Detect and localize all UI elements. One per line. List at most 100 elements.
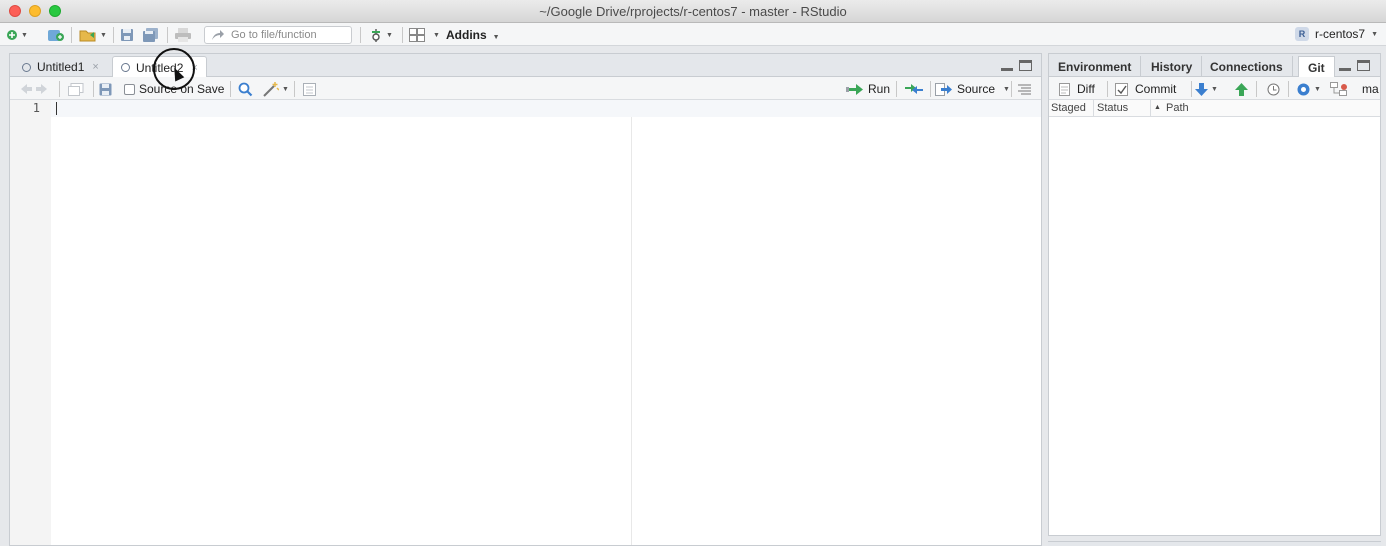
line-number-gutter: 1 <box>10 100 51 545</box>
rerun-button[interactable] <box>904 81 924 97</box>
tab-label: Environment <box>1058 59 1132 74</box>
maximize-pane-icon[interactable] <box>1019 60 1032 71</box>
checkbox-box[interactable] <box>124 83 135 95</box>
vcs-icon <box>372 28 380 42</box>
col-staged[interactable]: Staged <box>1051 102 1086 114</box>
minimize-pane-icon[interactable] <box>1001 60 1013 71</box>
sort-ascending-icon: ▲ <box>1154 104 1161 111</box>
commit-label: Commit <box>1135 82 1177 96</box>
back-arrow-icon <box>21 84 47 94</box>
diff-label: Diff <box>1077 82 1095 96</box>
tab-label: History <box>1151 59 1193 74</box>
commit-button[interactable]: Commit <box>1115 81 1176 97</box>
new-project-icon <box>48 30 64 41</box>
branch-icon <box>1330 82 1347 96</box>
goto-file-placeholder: Go to file/function <box>231 29 317 41</box>
popout-icon <box>68 82 84 96</box>
tab-label: Untitled1 <box>37 60 85 74</box>
branch-selector[interactable]: ma <box>1362 81 1379 97</box>
left-strip <box>0 46 9 546</box>
window-title: ~/Google Drive/rprojects/r-centos7 - mas… <box>539 4 847 19</box>
source-button[interactable]: Source ▼ <box>935 81 1010 97</box>
main-toolbar: ▼ ▼ Go to file/function ▼ ▼ Addins ▼ R r-… <box>0 23 1386 46</box>
diff-button[interactable]: Diff <box>1059 81 1095 97</box>
commit-icon <box>1115 82 1128 96</box>
print-button[interactable] <box>175 27 191 43</box>
close-tab-icon[interactable]: × <box>92 61 98 73</box>
tab-environment[interactable]: Environment <box>1049 56 1142 77</box>
open-folder-icon <box>79 30 96 42</box>
new-file-button[interactable]: ▼ <box>6 27 28 43</box>
tab-untitled1[interactable]: Untitled1 × <box>13 56 108 77</box>
push-button[interactable] <box>1235 81 1248 97</box>
goto-arrow-icon <box>212 30 224 40</box>
open-file-button[interactable]: ▼ <box>79 27 107 43</box>
pull-arrow-icon <box>1195 82 1208 96</box>
r-file-icon <box>22 62 31 72</box>
clock-icon <box>1267 83 1280 95</box>
tab-git[interactable]: Git <box>1298 56 1335 78</box>
tab-label: Connections <box>1210 59 1283 74</box>
window-title-bar: ~/Google Drive/rprojects/r-centos7 - mas… <box>0 0 1386 23</box>
minimize-pane-icon[interactable] <box>1339 60 1351 71</box>
grid-icon <box>409 28 425 42</box>
save-all-icon <box>143 28 158 42</box>
workspace-panes-button[interactable]: ▼ <box>409 27 440 43</box>
find-button[interactable] <box>238 81 253 97</box>
compile-report-button[interactable] <box>303 81 316 97</box>
source-pane: Untitled1 × Untitled2 × Source on Save ▼… <box>9 53 1042 546</box>
goto-file-input[interactable]: Go to file/function <box>204 26 352 44</box>
line-number: 1 <box>32 101 40 115</box>
addins-label: Addins <box>446 28 487 42</box>
new-file-icon <box>7 30 17 40</box>
push-arrow-icon <box>1235 82 1248 96</box>
tab-label: Git <box>1308 60 1325 75</box>
git-toolbar: Diff Commit ▼ ▼ ma <box>1049 77 1380 100</box>
code-tools-button[interactable]: ▼ <box>263 81 289 97</box>
go-back-button[interactable] <box>20 81 48 97</box>
col-path[interactable]: Path <box>1166 102 1189 114</box>
new-branch-button[interactable] <box>1330 81 1348 97</box>
history-button[interactable] <box>1267 81 1280 97</box>
right-tabbar: Environment History Connections Git <box>1049 54 1380 78</box>
notebook-icon <box>303 82 316 96</box>
project-menu[interactable]: R r-centos7 ▼ <box>1295 27 1378 41</box>
lower-right-pane-edge <box>1048 541 1381 546</box>
addins-menu[interactable]: Addins ▼ <box>446 28 500 42</box>
tab-history[interactable]: History <box>1142 56 1203 77</box>
maximize-pane-icon[interactable] <box>1357 60 1370 71</box>
search-icon <box>238 82 253 96</box>
save-icon <box>121 29 133 41</box>
new-project-button[interactable] <box>47 27 65 43</box>
source-arrow-icon <box>935 82 952 96</box>
run-button[interactable]: Run <box>846 81 890 97</box>
pull-button[interactable]: ▼ <box>1195 81 1218 97</box>
save-icon <box>99 83 112 95</box>
outline-icon <box>1018 84 1031 94</box>
git-file-header: Staged Status ▲ Path <box>1049 100 1380 117</box>
text-cursor <box>56 102 57 115</box>
git-more-button[interactable]: ▼ <box>1296 81 1321 97</box>
editor-active-line[interactable] <box>51 100 1041 117</box>
document-outline-button[interactable] <box>1018 81 1031 97</box>
rerun-icon <box>905 84 923 94</box>
gear-icon <box>1297 83 1310 95</box>
git-pane: Environment History Connections Git Diff… <box>1048 53 1381 536</box>
magic-wand-icon <box>263 81 279 97</box>
save-document-button[interactable] <box>99 81 112 97</box>
show-in-window-button[interactable] <box>68 81 84 97</box>
branch-label: ma <box>1362 82 1379 96</box>
print-icon <box>175 28 191 42</box>
save-button[interactable] <box>120 27 134 43</box>
diff-icon <box>1059 82 1070 96</box>
col-status[interactable]: Status <box>1097 102 1128 114</box>
project-label: r-centos7 <box>1315 27 1366 41</box>
source-label: Source <box>957 82 996 96</box>
r-file-icon <box>121 63 130 72</box>
vcs-button[interactable]: ▼ <box>369 27 393 43</box>
save-all-button[interactable] <box>143 27 159 43</box>
r-project-icon: R <box>1295 27 1310 41</box>
print-margin-line <box>631 117 632 545</box>
tab-connections[interactable]: Connections <box>1201 56 1293 77</box>
run-label: Run <box>868 82 891 96</box>
